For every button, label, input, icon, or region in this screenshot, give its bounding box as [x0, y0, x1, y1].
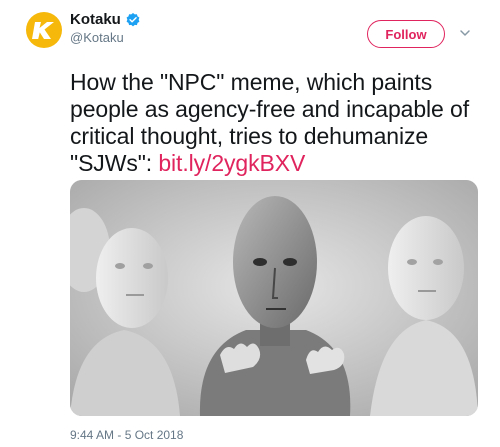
- avatar[interactable]: [26, 12, 62, 48]
- display-name[interactable]: Kotaku: [70, 11, 121, 28]
- author-handle[interactable]: @Kotaku: [70, 30, 124, 45]
- tweet-link[interactable]: bit.ly/2ygkBXV: [158, 150, 305, 176]
- tweet-timestamp[interactable]: 9:44 AM - 5 Oct 2018: [70, 428, 183, 442]
- tweet-text: How the "NPC" meme, which paints people …: [70, 69, 480, 177]
- tweet-media-image[interactable]: [70, 180, 478, 416]
- follow-button[interactable]: Follow: [367, 20, 445, 48]
- npc-illustration: [70, 180, 478, 416]
- kotaku-logo-icon: [32, 22, 54, 39]
- author-name-row[interactable]: Kotaku: [70, 11, 141, 28]
- verified-badge-icon: [126, 12, 140, 26]
- tweet-card: Kotaku @Kotaku Follow How the "NPC" meme…: [0, 0, 500, 447]
- chevron-down-icon[interactable]: [459, 27, 471, 39]
